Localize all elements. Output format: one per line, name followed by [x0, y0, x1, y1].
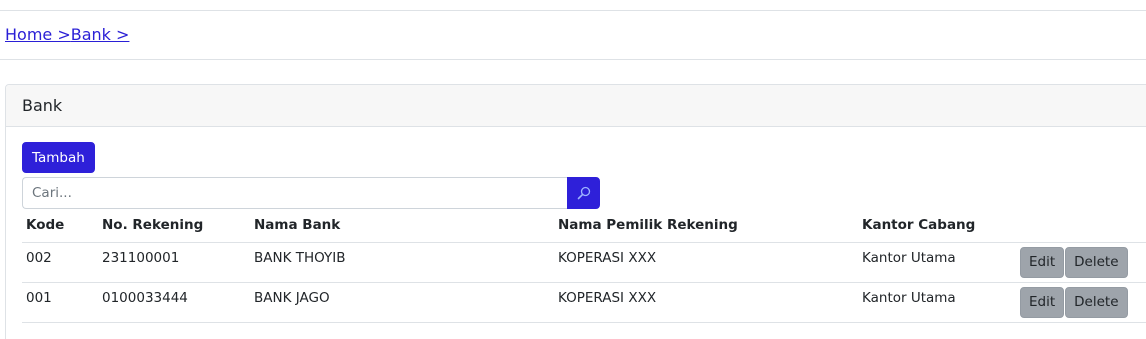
cell-no-rekening: 231100001 — [98, 242, 250, 283]
breadcrumb-bank-link[interactable]: Bank > — [71, 25, 130, 44]
breadcrumb: Home >Bank > — [5, 25, 129, 45]
edit-button[interactable]: Edit — [1020, 246, 1065, 278]
cell-kode: 002 — [22, 242, 98, 283]
header-nama-bank: Nama Bank — [250, 209, 554, 243]
add-button[interactable]: Tambah — [22, 142, 95, 173]
cell-kantor-cabang: Kantor Utama — [858, 282, 1020, 323]
cell-nama-bank: BANK THOYIB — [250, 242, 554, 283]
header-no-rekening: No. Rekening — [98, 209, 250, 243]
table-row: 002 231100001 BANK THOYIB KOPERASI XXX K… — [22, 242, 1146, 283]
search-button[interactable] — [567, 177, 600, 209]
cell-nama-bank: BANK JAGO — [250, 282, 554, 323]
header-nama-pemilik: Nama Pemilik Rekening — [554, 209, 858, 243]
header-kantor-cabang: Kantor Cabang — [858, 209, 1020, 243]
breadcrumb-home-link[interactable]: Home > — [5, 25, 71, 44]
cell-actions: Edit Delete — [1020, 242, 1146, 283]
header-actions — [1020, 209, 1146, 243]
bank-card: Bank Tambah Kode No. Rekening Nama Bank … — [5, 84, 1146, 339]
delete-button[interactable]: Delete — [1065, 286, 1128, 318]
table-header-row: Kode No. Rekening Nama Bank Nama Pemilik… — [22, 209, 1146, 243]
search-input[interactable] — [22, 177, 567, 209]
header-kode: Kode — [22, 209, 98, 243]
cell-nama-pemilik: KOPERASI XXX — [554, 242, 858, 283]
bank-table: Kode No. Rekening Nama Bank Nama Pemilik… — [22, 209, 1146, 323]
section-divider — [0, 59, 1146, 60]
card-header: Bank — [6, 85, 1146, 127]
edit-button[interactable]: Edit — [1020, 286, 1065, 318]
cell-kode: 001 — [22, 282, 98, 323]
cell-kantor-cabang: Kantor Utama — [858, 242, 1020, 283]
search-group — [22, 177, 600, 209]
search-icon — [577, 186, 590, 200]
top-divider — [0, 10, 1146, 11]
card-title: Bank — [22, 96, 63, 115]
delete-button[interactable]: Delete — [1065, 246, 1128, 278]
cell-actions: Edit Delete — [1020, 282, 1146, 323]
table-row: 001 0100033444 BANK JAGO KOPERASI XXX Ka… — [22, 282, 1146, 323]
cell-no-rekening: 0100033444 — [98, 282, 250, 323]
cell-nama-pemilik: KOPERASI XXX — [554, 282, 858, 323]
